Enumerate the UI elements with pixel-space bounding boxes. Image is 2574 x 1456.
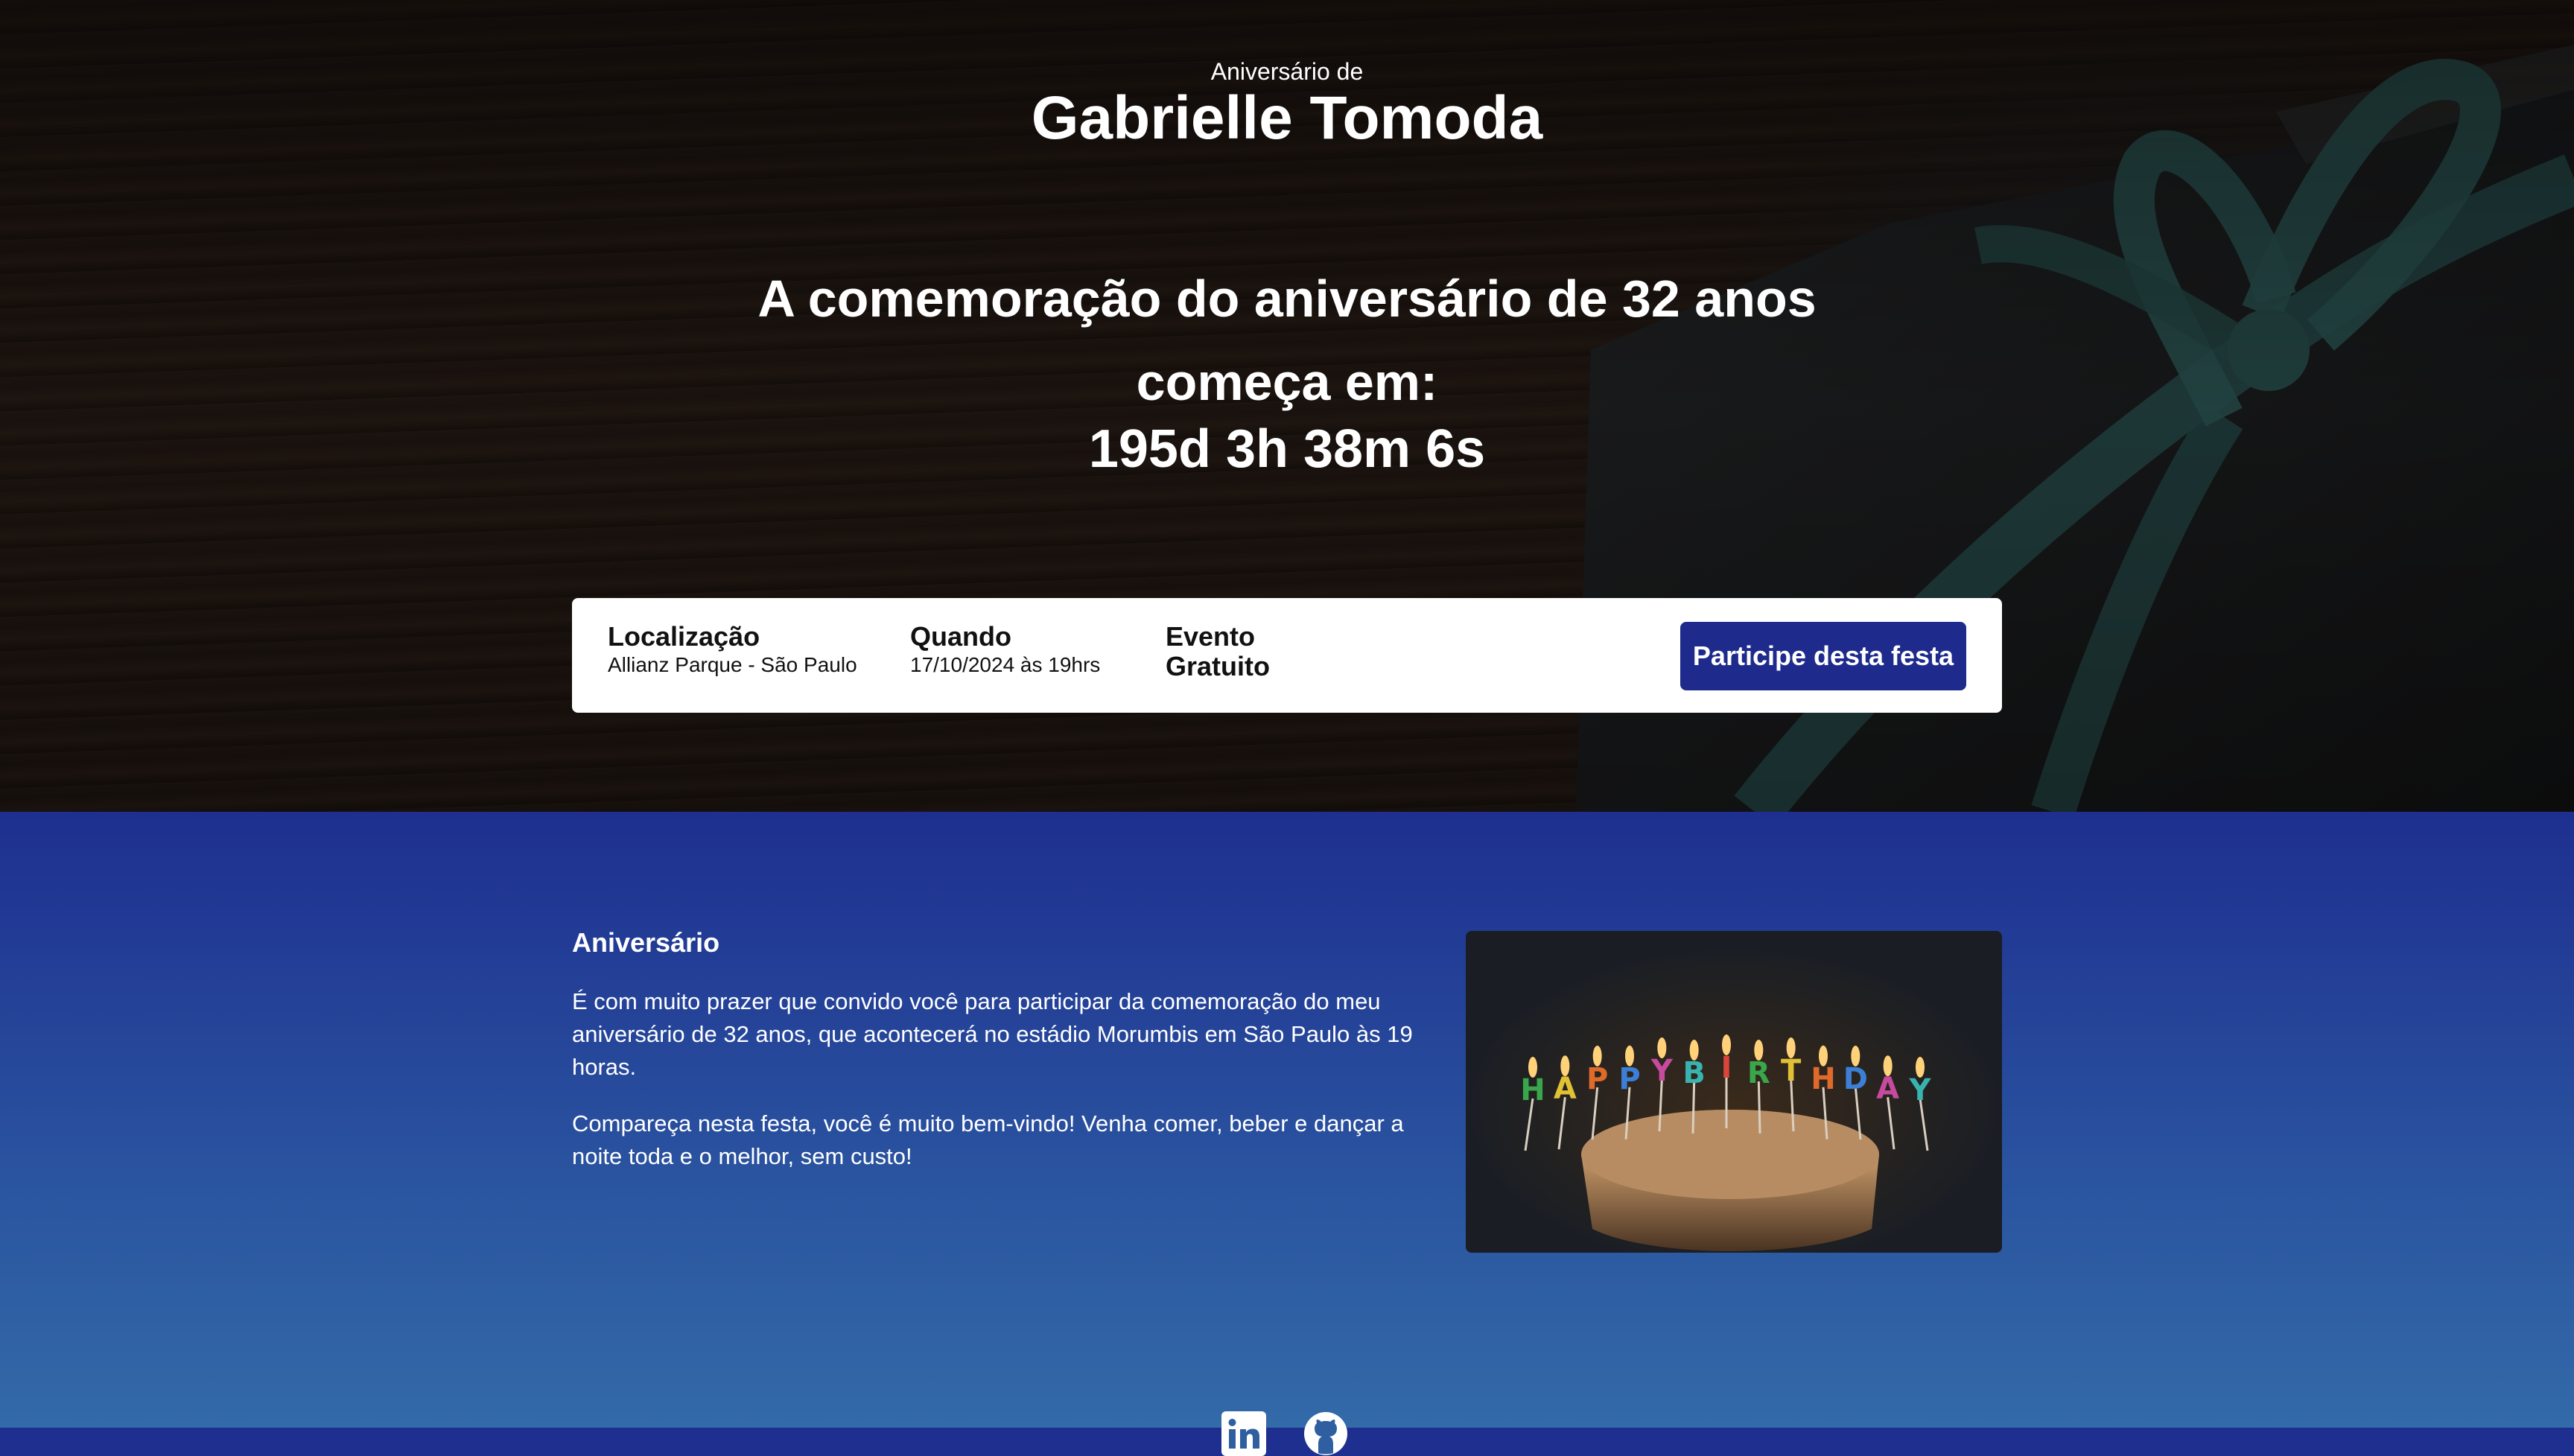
when-value: 17/10/2024 às 19hrs — [910, 653, 1101, 676]
birthday-cake-image: HAPPYBIRTHDAY — [1466, 931, 2002, 1253]
location-info: Localização Allianz Parque - São Paulo — [608, 622, 857, 678]
event-info-card: Localização Allianz Parque - São Paulo Q… — [572, 598, 2002, 713]
location-value: Allianz Parque - São Paulo — [608, 653, 857, 676]
linkedin-icon[interactable] — [1221, 1411, 1266, 1456]
when-info: Quando 17/10/2024 às 19hrs — [910, 622, 1100, 678]
svg-text:Y: Y — [1909, 1073, 1932, 1107]
svg-text:I: I — [1721, 1051, 1732, 1085]
svg-text:H: H — [1520, 1073, 1545, 1107]
svg-text:B: B — [1682, 1056, 1706, 1090]
github-icon[interactable] — [1303, 1411, 1348, 1456]
svg-text:H: H — [1811, 1062, 1835, 1096]
svg-text:A: A — [1554, 1072, 1577, 1106]
countdown-headline: A comemoração do aniversário de 32 anos … — [757, 270, 1817, 411]
svg-text:D: D — [1843, 1062, 1868, 1096]
svg-text:P: P — [1618, 1062, 1640, 1096]
event-type-info: Evento Gratuito — [1166, 622, 1285, 681]
celebrant-name: Gabrielle Tomoda — [1031, 84, 1543, 152]
svg-text:A: A — [1876, 1072, 1899, 1106]
about-title: Aniversário — [572, 927, 720, 958]
about-paragraph-1: É com muito prazer que convido você para… — [572, 988, 1413, 1080]
join-party-button[interactable]: Participe desta festa — [1680, 622, 1966, 690]
svg-text:Y: Y — [1650, 1054, 1674, 1088]
countdown-timer: 195d 3h 38m 6s — [1088, 419, 1486, 479]
hero-section: Aniversário de Gabrielle Tomoda A comemo… — [0, 0, 2574, 812]
about-section: Aniversário É com muito prazer que convi… — [0, 812, 2574, 1456]
hero-kicker: Aniversário de — [1210, 58, 1364, 85]
svg-text:T: T — [1781, 1054, 1802, 1088]
location-label: Localização — [608, 621, 760, 652]
svg-text:P: P — [1586, 1062, 1608, 1096]
about-paragraph-2: Compareça nesta festa, você é muito bem-… — [572, 1110, 1404, 1169]
when-label: Quando — [910, 621, 1011, 652]
event-type-label: Evento Gratuito — [1166, 621, 1270, 681]
svg-text:R: R — [1747, 1056, 1770, 1090]
